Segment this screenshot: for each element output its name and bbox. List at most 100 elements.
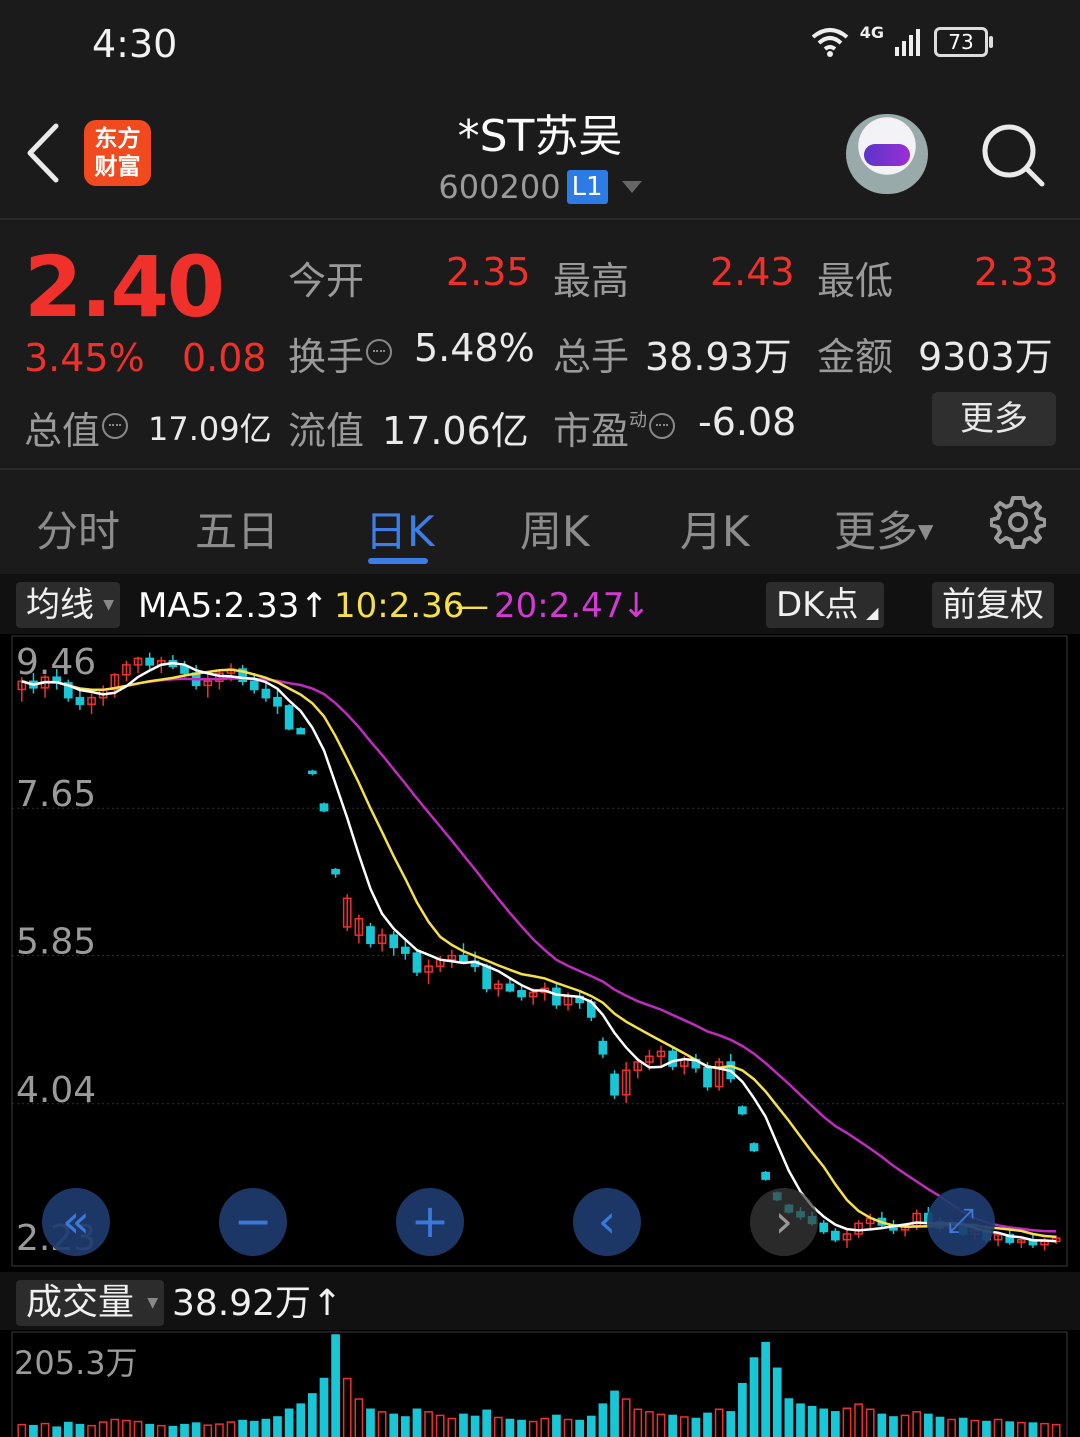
y-tick-label: 9.46 — [16, 642, 96, 683]
volume-bar — [842, 1407, 852, 1437]
caret-down-icon: ▼ — [103, 597, 114, 613]
zoom-out-button[interactable]: − — [219, 1188, 287, 1256]
candle — [459, 954, 468, 963]
ma-selector[interactable]: 均线 ▼ — [16, 582, 120, 628]
tab-weekly-k[interactable]: 周K — [520, 498, 590, 559]
scroll-left-button[interactable]: ‹ — [573, 1188, 641, 1256]
volume-bar — [435, 1414, 445, 1437]
y-tick-label: 4.04 — [16, 1070, 96, 1111]
volume-bar — [249, 1420, 259, 1437]
float-cap-value: 17.06亿 — [382, 409, 529, 453]
volume-bar — [1028, 1422, 1038, 1437]
candle — [400, 946, 410, 954]
volume-selector[interactable]: 成交量 ▼ — [16, 1280, 165, 1326]
stock-code: 600200 — [438, 168, 561, 206]
volume-bar — [145, 1423, 155, 1437]
volume-bar — [296, 1403, 306, 1437]
volume-bar — [122, 1419, 131, 1437]
volume-bar — [761, 1341, 770, 1437]
change-percent: 3.45% — [24, 336, 145, 380]
zoom-in-button[interactable]: + — [396, 1188, 464, 1256]
candle — [308, 770, 317, 775]
volume-bar — [63, 1421, 73, 1437]
volume-bar — [819, 1408, 829, 1437]
volume-bar — [366, 1408, 375, 1437]
grid-lines — [12, 807, 1066, 1105]
ma10-separator: — — [455, 586, 489, 626]
info-icon — [366, 338, 393, 365]
volume-bar — [772, 1367, 782, 1437]
scroll-left-fast-button[interactable]: « — [42, 1188, 110, 1256]
total-cap-label[interactable]: 总值 — [24, 400, 129, 455]
fullscreen-icon[interactable]: ⤢ — [927, 1188, 995, 1256]
high-value: 2.43 — [710, 250, 795, 294]
amount-value: 9303万 — [918, 335, 1053, 379]
ma10-value: 10:2.36 — [334, 586, 465, 626]
volume-bar — [342, 1377, 352, 1437]
volume-bar — [133, 1420, 143, 1437]
volume-bar — [87, 1424, 96, 1437]
tab-daily-k[interactable]: 日K — [365, 498, 435, 559]
amount-label: 金额 — [817, 335, 894, 379]
turnover-label[interactable]: 换手 — [288, 326, 393, 381]
pe-label[interactable]: 市盈动 — [553, 400, 676, 455]
candle — [296, 728, 306, 735]
volume-bar — [482, 1409, 492, 1437]
dk-point-label: DK点 — [776, 585, 859, 625]
network-type: 4G — [859, 22, 884, 42]
candle — [412, 952, 422, 973]
volume-bar — [470, 1415, 480, 1437]
volume-bar — [517, 1419, 526, 1437]
volume-bar — [29, 1424, 38, 1437]
volume-bar — [17, 1423, 27, 1437]
dk-point-button[interactable]: DK点 ◢ — [766, 582, 885, 628]
tab-monthly-k[interactable]: 月K — [680, 498, 750, 559]
tab-five-day[interactable]: 五日 — [195, 498, 279, 559]
volume-bar — [400, 1416, 410, 1437]
volume-chart[interactable]: 205.3万 — [0, 1330, 1080, 1437]
ma-lines-layer — [21, 661, 1057, 1243]
volume-bar — [459, 1413, 468, 1437]
volume-bar — [923, 1413, 933, 1437]
volume-bar — [75, 1423, 85, 1437]
candle — [819, 1222, 829, 1233]
volume-bar — [191, 1422, 201, 1437]
scroll-right-button[interactable]: › — [750, 1188, 818, 1256]
volume-bar — [1051, 1423, 1061, 1437]
volume-bar — [645, 1411, 654, 1437]
candle — [505, 983, 515, 992]
volume-arrow: ↑ — [312, 1283, 343, 1324]
volume-bar — [331, 1334, 340, 1437]
volume-bar — [1016, 1421, 1026, 1437]
volume-bar — [493, 1416, 503, 1437]
gear-icon[interactable] — [990, 494, 1046, 550]
battery-icon: 73 — [934, 27, 993, 57]
candle — [261, 688, 271, 699]
tab-intraday[interactable]: 分时 — [36, 498, 120, 559]
candle — [319, 803, 329, 812]
volume-bar — [854, 1403, 863, 1437]
volume-bars-layer — [17, 1334, 1061, 1437]
open-label: 今开 — [288, 259, 365, 303]
active-tab-indicator — [368, 558, 428, 564]
tab-more[interactable]: 更多▼ — [834, 498, 933, 559]
assistant-robot-avatar[interactable] — [846, 114, 928, 194]
volume-bar — [552, 1414, 561, 1437]
more-quote-button[interactable]: 更多 — [932, 392, 1056, 446]
candle — [273, 696, 282, 707]
volume-bar — [52, 1426, 62, 1437]
candle — [552, 987, 561, 1006]
total-cap-label-text: 总值 — [24, 409, 101, 453]
adjust-button[interactable]: 前复权 — [932, 582, 1054, 628]
y-axis-labels: 9.467.655.854.042.23 — [16, 642, 96, 1259]
ma5-arrow: ↑ — [300, 586, 329, 626]
volume-bar — [935, 1416, 945, 1437]
kline-chart[interactable]: 9.467.655.854.042.23 — [0, 634, 1080, 1274]
volume-bar — [377, 1411, 387, 1437]
candle — [145, 657, 155, 666]
volume-bar — [586, 1415, 596, 1437]
change-amount: 0.08 — [182, 336, 267, 380]
search-icon[interactable] — [978, 120, 1048, 190]
pe-value: -6.08 — [698, 400, 797, 444]
candle — [389, 934, 399, 949]
